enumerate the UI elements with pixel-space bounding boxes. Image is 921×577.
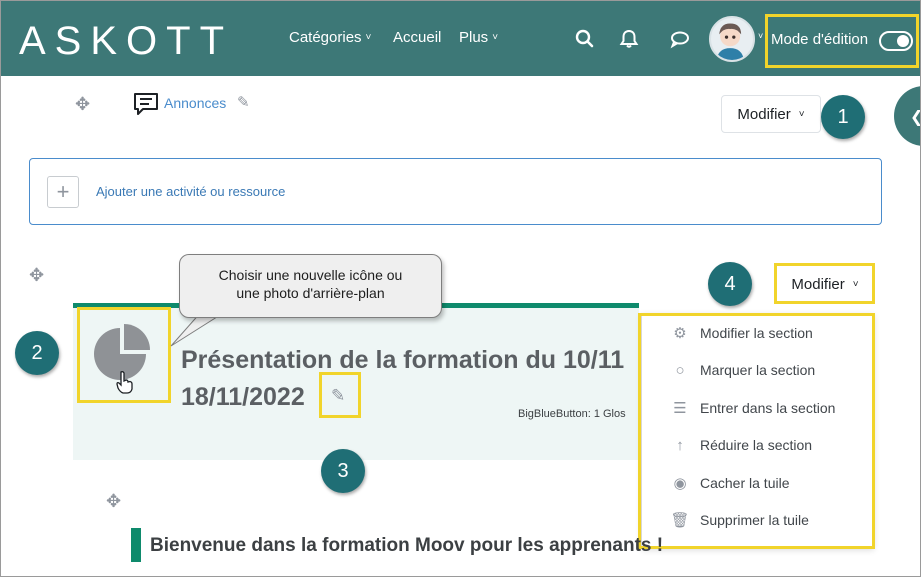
callout-marker-1: 1 (821, 95, 865, 139)
welcome-heading: Bienvenue dans la formation Moov pour le… (150, 535, 664, 556)
chevron-down-icon: ˅ (365, 32, 372, 43)
move-icon[interactable]: ✥ (75, 94, 90, 115)
callout-marker-4: 4 (708, 262, 752, 306)
nav-plus-label: Plus (459, 29, 489, 46)
section-title: Présentation de la formation du 10/11 (181, 346, 625, 374)
callout-marker-2: 2 (15, 331, 59, 375)
user-avatar[interactable] (709, 16, 755, 62)
nav-categories[interactable]: Catégories ˅ (289, 29, 371, 47)
section-date: 18/11/2022 (181, 383, 305, 411)
top-navbar: ASKOTT Catégories ˅ Accueil Plus ˅ ˅ Mod… (1, 1, 920, 76)
plus-icon[interactable]: + (47, 176, 79, 208)
chat-bubble-icon[interactable] (669, 29, 691, 49)
chevron-down-icon: ˅ (798, 108, 805, 120)
nav-accueil[interactable]: Accueil (393, 29, 441, 47)
announcements-modify-button[interactable]: Modifier ˅ (721, 95, 821, 133)
nav-accueil-label: Accueil (393, 29, 442, 46)
search-icon[interactable] (574, 29, 596, 49)
nav-categories-label: Catégories (289, 29, 362, 46)
bell-icon[interactable] (618, 29, 640, 49)
chevron-down-icon: ˅ (492, 32, 499, 43)
add-activity-label[interactable]: Ajouter une activité ou ressource (96, 184, 285, 199)
welcome-accent-bar (131, 528, 141, 562)
move-icon[interactable]: ✥ (29, 265, 44, 286)
tooltip-line-2: une photo d'arrière-plan (236, 285, 385, 301)
callout-marker-3: 3 (321, 449, 365, 493)
highlight-box-section-menu (638, 313, 875, 549)
highlight-box-edit-title (319, 372, 361, 418)
screenshot-frame: ASKOTT Catégories ˅ Accueil Plus ˅ ˅ Mod… (0, 0, 921, 577)
drawer-toggle[interactable]: ❮ (894, 86, 920, 146)
section-activity-summary: BigBlueButton: 1 Glos (518, 408, 626, 420)
tooltip-line-1: Choisir une nouvelle icône ou (218, 267, 403, 283)
avatar-image (716, 23, 744, 60)
highlight-box-edit-mode (765, 14, 919, 68)
site-logo[interactable]: ASKOTT (19, 21, 233, 61)
announcements-link[interactable]: Annonces (164, 95, 226, 111)
pencil-icon[interactable]: ✎ (237, 93, 250, 111)
modify-label: Modifier (737, 105, 791, 123)
forum-icon (134, 93, 158, 115)
add-activity-area[interactable]: + Ajouter une activité ou ressource (29, 158, 882, 225)
chevron-left-icon: ❮ (910, 107, 920, 127)
nav-plus[interactable]: Plus ˅ (459, 29, 498, 47)
highlight-box-section-icon (77, 307, 171, 403)
move-icon[interactable]: ✥ (106, 491, 121, 512)
tooltip: Choisir une nouvelle icône ou une photo … (179, 254, 442, 318)
highlight-box-section-modify (774, 263, 875, 304)
chevron-down-icon[interactable]: ˅ (758, 31, 763, 41)
